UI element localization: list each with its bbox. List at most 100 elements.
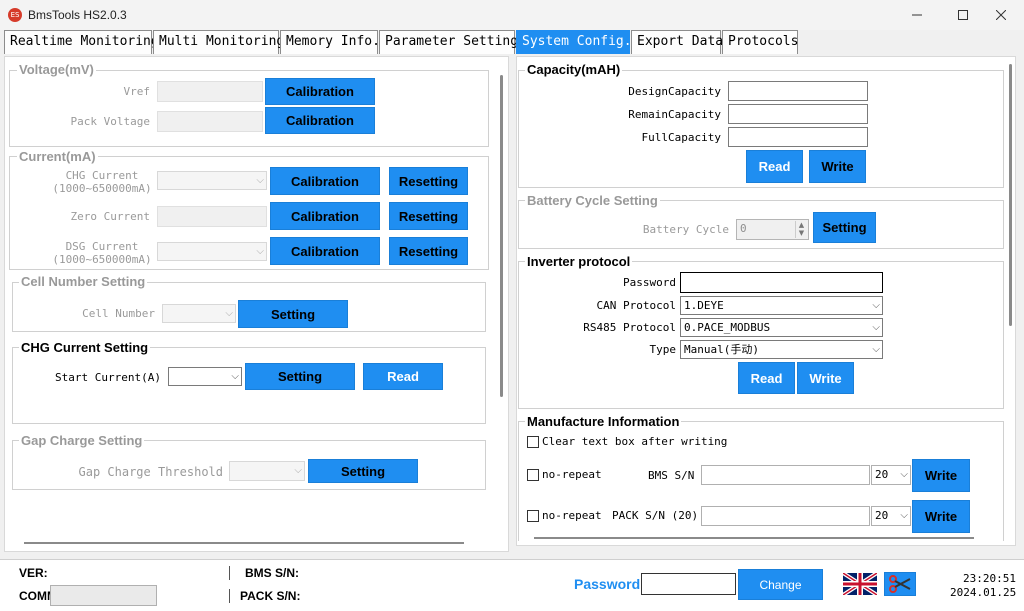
voltage-group-title: Voltage(mV) <box>17 62 96 77</box>
clock-date: 2024.01.25 <box>950 586 1017 599</box>
capacity-read-button[interactable]: Read <box>746 150 803 183</box>
dsg-calibration-button[interactable]: Calibration <box>270 237 380 265</box>
cell-number-setting-button[interactable]: Setting <box>238 300 348 328</box>
can-protocol-label: CAN Protocol <box>596 299 676 312</box>
pack-no-repeat-label: no-repeat <box>542 509 602 522</box>
chg-current-label: CHG Current (1000~650000mA) <box>52 169 152 195</box>
battery-cycle-label: Battery Cycle <box>642 223 729 236</box>
tab-system-config[interactable]: System Config. <box>516 30 632 54</box>
pack-voltage-calibration-button[interactable]: Calibration <box>265 107 375 134</box>
status-divider <box>229 566 230 580</box>
chevron-down-icon: ⌵ <box>294 465 302 476</box>
password-input[interactable] <box>641 573 736 595</box>
gap-charge-threshold-label: Gap Charge Threshold <box>78 465 224 479</box>
chevron-down-icon: ⌵ <box>900 469 908 480</box>
comm-port-field[interactable] <box>50 585 157 606</box>
pack-voltage-label: Pack Voltage <box>70 115 150 128</box>
bms-sn-write-button[interactable]: Write <box>912 459 970 492</box>
chevron-down-icon: ⌵ <box>231 371 239 382</box>
ver-label: VER: <box>19 566 48 580</box>
tab-memory-info[interactable]: Memory Info. <box>280 30 380 54</box>
inverter-password-label: Password <box>623 276 676 289</box>
scissors-icon[interactable] <box>884 572 916 596</box>
app-logo-icon: ES <box>8 8 22 22</box>
chevron-down-icon: ⌵ <box>872 344 880 355</box>
vref-input[interactable] <box>157 81 263 102</box>
chg-calibration-button[interactable]: Calibration <box>270 167 380 195</box>
inverter-password-input[interactable] <box>680 272 883 293</box>
tab-parameter-setting[interactable]: Parameter Setting <box>379 30 518 54</box>
gap-charge-group-title: Gap Charge Setting <box>19 433 145 448</box>
type-select[interactable]: Manual(手动) ⌵ <box>680 340 883 359</box>
chg-resetting-button[interactable]: Resetting <box>389 167 468 195</box>
tab-multi-monitoring[interactable]: Multi Monitoring <box>153 30 284 54</box>
right-horizontal-scrollbar[interactable] <box>534 537 974 539</box>
remain-capacity-input[interactable] <box>728 104 868 124</box>
can-protocol-select[interactable]: 1.DEYE ⌵ <box>680 296 883 315</box>
chg-current-setting-title: CHG Current Setting <box>19 340 151 355</box>
full-capacity-input[interactable] <box>728 127 868 147</box>
left-horizontal-scrollbar[interactable] <box>24 542 464 544</box>
gap-charge-setting-button[interactable]: Setting <box>308 459 418 483</box>
dsg-current-select[interactable]: ⌵ <box>157 242 267 261</box>
cell-number-group-title: Cell Number Setting <box>19 274 148 289</box>
zero-resetting-button[interactable]: Resetting <box>389 202 468 230</box>
rs485-protocol-select[interactable]: 0.PACE_MODBUS ⌵ <box>680 318 883 337</box>
clear-after-writing-checkbox[interactable] <box>527 436 539 448</box>
dsg-current-label: DSG Current (1000~650000mA) <box>52 240 152 266</box>
design-capacity-label: DesignCapacity <box>628 85 721 98</box>
spin-up-icon[interactable]: ▲ <box>796 221 807 229</box>
minimize-button[interactable] <box>894 0 940 30</box>
gap-charge-threshold-select[interactable]: ⌵ <box>229 461 305 481</box>
cell-number-label: Cell Number <box>82 307 155 320</box>
clock-time: 23:20:51 <box>963 572 1016 585</box>
vref-calibration-button[interactable]: Calibration <box>265 78 375 105</box>
tab-realtime-monitoring[interactable]: Realtime Monitoring <box>4 30 159 54</box>
capacity-write-button[interactable]: Write <box>809 150 866 183</box>
start-current-setting-button[interactable]: Setting <box>245 363 355 390</box>
chg-current-select[interactable]: ⌵ <box>157 171 267 190</box>
bms-no-repeat-checkbox[interactable] <box>527 469 539 481</box>
pack-voltage-input[interactable] <box>157 111 263 132</box>
start-current-read-button[interactable]: Read <box>363 363 443 390</box>
bms-sn-input[interactable] <box>701 465 870 485</box>
close-button[interactable] <box>978 0 1024 30</box>
design-capacity-input[interactable] <box>728 81 868 101</box>
bms-sn-label: BMS S/N <box>648 469 695 482</box>
close-icon <box>996 10 1006 20</box>
right-vertical-scrollbar[interactable] <box>1009 64 1012 326</box>
battery-cycle-group-title: Battery Cycle Setting <box>525 193 660 208</box>
battery-cycle-spinbox[interactable]: 0 ▲ ▼ <box>736 219 809 240</box>
inverter-protocol-title: Inverter protocol <box>525 254 633 269</box>
full-capacity-label: FullCapacity <box>641 131 721 144</box>
start-current-select[interactable]: ⌵ <box>168 367 242 386</box>
inverter-read-button[interactable]: Read <box>738 362 795 394</box>
pack-sn-status-label: PACK S/N: <box>240 589 301 603</box>
zero-calibration-button[interactable]: Calibration <box>270 202 380 230</box>
chevron-down-icon: ⌵ <box>256 175 264 186</box>
chevron-down-icon: ⌵ <box>225 308 233 319</box>
pack-no-repeat-checkbox[interactable] <box>527 510 539 522</box>
remain-capacity-label: RemainCapacity <box>628 108 721 121</box>
chevron-down-icon: ⌵ <box>256 246 264 257</box>
bms-sn-length-select[interactable]: 20 ⌵ <box>871 465 911 485</box>
pack-sn-input[interactable] <box>701 506 870 526</box>
battery-cycle-setting-button[interactable]: Setting <box>813 212 876 243</box>
pack-sn-write-button[interactable]: Write <box>912 500 970 533</box>
tab-protocols[interactable]: Protocols <box>722 30 798 54</box>
spin-down-icon[interactable]: ▼ <box>796 229 807 237</box>
title-bar: ES BmsTools HS2.0.3 <box>0 0 1024 30</box>
cell-number-select[interactable]: ⌵ <box>162 304 236 323</box>
inverter-write-button[interactable]: Write <box>797 362 854 394</box>
tab-export-data[interactable]: Export Data <box>631 30 723 54</box>
zero-current-input[interactable] <box>157 206 267 227</box>
bms-no-repeat-label: no-repeat <box>542 468 602 481</box>
pack-sn-length-select[interactable]: 20 ⌵ <box>871 506 911 526</box>
start-current-label: Start Current(A) <box>55 371 161 384</box>
left-vertical-scrollbar[interactable] <box>500 75 503 397</box>
maximize-icon <box>958 10 968 20</box>
change-password-button[interactable]: Change <box>738 569 823 600</box>
uk-flag-icon[interactable] <box>841 571 879 597</box>
dsg-resetting-button[interactable]: Resetting <box>389 237 468 265</box>
status-divider <box>229 589 230 603</box>
